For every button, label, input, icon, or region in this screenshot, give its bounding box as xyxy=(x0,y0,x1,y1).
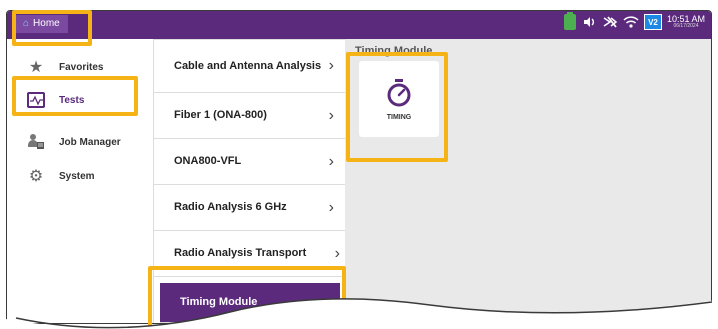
sidebar: ★ Favorites Tests Job Manager ⚙ System xyxy=(7,39,153,323)
module-title: Timing Module xyxy=(355,45,433,57)
chevron-right-icon: › xyxy=(328,57,334,74)
chevron-right-icon: › xyxy=(328,198,334,216)
sidebar-item-label: System xyxy=(59,170,95,182)
battery-charging-icon xyxy=(563,12,576,30)
clock: 10:51 AM 06/17/2024 xyxy=(667,15,705,29)
menu-item-radio-transport[interactable]: Radio Analysis Transport › xyxy=(154,231,346,277)
sidebar-item-label: Job Manager xyxy=(59,136,121,148)
speaker-icon[interactable] xyxy=(581,14,597,30)
clock-date: 06/17/2024 xyxy=(673,23,699,29)
menu-item-ona800-vfl[interactable]: ONA800-VFL › xyxy=(154,139,346,185)
sidebar-item-job-manager[interactable]: Job Manager xyxy=(27,130,121,154)
gear-icon: ⚙ xyxy=(28,168,44,185)
job-manager-icon xyxy=(27,133,45,151)
menu-item-label: ONA800-VFL xyxy=(174,155,242,168)
sidebar-item-label: Tests xyxy=(59,94,85,106)
home-icon: ⌂ xyxy=(23,18,30,29)
timing-tile[interactable]: TIMING xyxy=(359,61,439,137)
menu-item-fiber-1[interactable]: Fiber 1 (ONA-800) › xyxy=(154,93,346,139)
sidebar-item-tests[interactable]: Tests xyxy=(27,88,84,112)
device-frame: ⌂ Home V2 10:51 AM 06/17/2024 ★ Favorite xyxy=(6,10,712,324)
sidebar-item-system[interactable]: ⚙ System xyxy=(27,164,95,188)
tests-menu: Cable and Antenna Analysis › Fiber 1 (ON… xyxy=(153,39,347,323)
v2-badge[interactable]: V2 xyxy=(643,14,662,30)
chevron-right-icon: › xyxy=(322,293,328,311)
menu-item-cable-antenna[interactable]: Cable and Antenna Analysis › xyxy=(154,39,346,93)
menu-item-label: Radio Analysis Transport xyxy=(174,247,307,260)
status-area: V2 10:51 AM 06/17/2024 xyxy=(563,12,705,30)
bluetooth-off-icon[interactable] xyxy=(602,14,618,30)
sidebar-item-favorites[interactable]: ★ Favorites xyxy=(27,55,104,79)
stopwatch-icon xyxy=(387,78,411,106)
menu-item-label: Fiber 1 (ONA-800) xyxy=(174,109,267,122)
chevron-right-icon: › xyxy=(328,152,334,170)
tests-icon xyxy=(27,91,45,109)
chevron-right-icon: › xyxy=(334,244,340,262)
main-panel: Timing Module TIMING xyxy=(345,39,711,323)
menu-item-timing-module[interactable]: Timing Module › xyxy=(160,283,340,323)
tile-label: TIMING xyxy=(386,113,412,121)
chevron-right-icon: › xyxy=(328,106,334,124)
home-button[interactable]: ⌂ Home xyxy=(15,15,68,33)
top-bar: ⌂ Home V2 10:51 AM 06/17/2024 xyxy=(7,11,711,39)
wifi-icon[interactable] xyxy=(623,14,639,30)
star-icon: ★ xyxy=(28,59,44,76)
menu-item-radio-6ghz[interactable]: Radio Analysis 6 GHz › xyxy=(154,185,346,231)
home-label: Home xyxy=(33,18,60,29)
menu-item-label: Timing Module xyxy=(180,296,258,309)
menu-item-label: Radio Analysis 6 GHz xyxy=(174,201,287,214)
sidebar-item-label: Favorites xyxy=(59,61,104,73)
menu-item-label: Cable and Antenna Analysis xyxy=(174,59,322,72)
